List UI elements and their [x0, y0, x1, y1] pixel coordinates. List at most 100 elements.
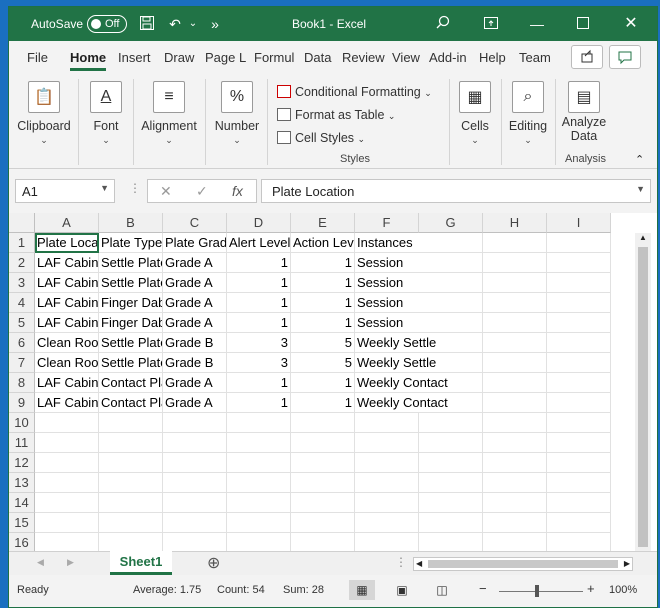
cell[interactable]: 1 — [291, 253, 355, 273]
cell[interactable] — [99, 533, 163, 551]
next-sheet-icon[interactable]: ▶ — [67, 557, 74, 568]
maximize-icon[interactable] — [573, 15, 593, 33]
tab-formulas[interactable]: Formul — [254, 50, 294, 65]
scroll-left-icon[interactable]: ◀ — [416, 559, 422, 568]
cell[interactable]: 1 — [227, 253, 291, 273]
cell[interactable] — [355, 493, 419, 513]
row-header[interactable]: 12 — [9, 453, 35, 473]
cell[interactable]: 1 — [227, 373, 291, 393]
cell[interactable]: Contact Plate — [99, 373, 163, 393]
cell[interactable] — [35, 453, 99, 473]
zoom-in-icon[interactable]: + — [587, 581, 595, 596]
tab-review[interactable]: Review — [342, 50, 385, 65]
cell-styles-button[interactable]: Cell Styles ⌄ — [277, 131, 365, 145]
cell[interactable] — [355, 413, 419, 433]
cell[interactable]: Grade A — [163, 313, 227, 333]
save-icon[interactable] — [137, 15, 157, 33]
row-header[interactable]: 11 — [9, 433, 35, 453]
column-header[interactable]: B — [99, 213, 163, 233]
cell[interactable]: LAF Cabinet — [35, 373, 99, 393]
cell[interactable] — [227, 493, 291, 513]
column-header[interactable]: A — [35, 213, 99, 233]
cell[interactable] — [227, 413, 291, 433]
cell[interactable] — [99, 493, 163, 513]
cell[interactable]: 1 — [227, 313, 291, 333]
cell[interactable] — [227, 433, 291, 453]
cell[interactable] — [163, 513, 227, 533]
cell[interactable] — [547, 493, 611, 513]
cell[interactable] — [483, 493, 547, 513]
cell[interactable]: 5 — [291, 333, 355, 353]
autosave-toggle[interactable]: Off — [87, 15, 127, 33]
undo-dropdown-icon[interactable]: ⌄ — [183, 15, 203, 33]
cell[interactable] — [35, 493, 99, 513]
cell[interactable]: Weekly Settle — [355, 353, 483, 373]
cell[interactable] — [35, 513, 99, 533]
cell[interactable] — [483, 513, 547, 533]
cell[interactable] — [99, 453, 163, 473]
enter-icon[interactable]: ✓ — [196, 183, 208, 200]
zoom-slider[interactable] — [499, 591, 583, 592]
row-header[interactable]: 16 — [9, 533, 35, 551]
cell[interactable] — [483, 313, 547, 333]
cell[interactable] — [355, 433, 419, 453]
undo-icon[interactable]: ↶ — [165, 15, 185, 33]
cell[interactable]: 1 — [227, 293, 291, 313]
tab-data[interactable]: Data — [304, 50, 331, 65]
cell[interactable]: 3 — [227, 333, 291, 353]
cell[interactable] — [419, 453, 483, 473]
cell[interactable]: Session — [355, 313, 483, 333]
cell[interactable] — [483, 273, 547, 293]
cell[interactable] — [483, 413, 547, 433]
splitter-icon[interactable]: ⋮ — [395, 555, 407, 569]
format-as-table-button[interactable]: Format as Table ⌄ — [277, 108, 395, 122]
cell[interactable]: Grade A — [163, 293, 227, 313]
cell[interactable] — [99, 473, 163, 493]
cell[interactable]: Settle Plate — [99, 273, 163, 293]
close-icon[interactable]: ✕ — [621, 15, 641, 33]
cell[interactable] — [483, 253, 547, 273]
cell[interactable] — [483, 393, 547, 413]
scroll-up-icon[interactable]: ▲ — [639, 233, 647, 242]
cell[interactable] — [99, 433, 163, 453]
cell[interactable] — [99, 513, 163, 533]
cell[interactable] — [547, 413, 611, 433]
page-layout-view-icon[interactable]: ▣ — [389, 580, 415, 600]
cell[interactable] — [227, 453, 291, 473]
cell[interactable]: Weekly Contact — [355, 393, 483, 413]
cell[interactable]: Finger Dab — [99, 313, 163, 333]
column-header[interactable]: H — [483, 213, 547, 233]
normal-view-icon[interactable]: ▦ — [349, 580, 375, 600]
cell[interactable] — [547, 453, 611, 473]
row-header[interactable]: 6 — [9, 333, 35, 353]
cell[interactable] — [483, 433, 547, 453]
vertical-scrollbar[interactable]: ▲ — [635, 233, 651, 551]
cell[interactable]: Grade A — [163, 393, 227, 413]
cell[interactable]: Settle Plate — [99, 253, 163, 273]
scroll-thumb[interactable] — [638, 247, 648, 547]
cell[interactable] — [483, 333, 547, 353]
tab-file[interactable]: File — [27, 50, 48, 65]
cell[interactable] — [419, 413, 483, 433]
cell[interactable]: 1 — [291, 273, 355, 293]
cell[interactable]: LAF Cabinet — [35, 273, 99, 293]
cell[interactable]: 1 — [227, 393, 291, 413]
select-all-corner[interactable] — [9, 213, 35, 233]
cell[interactable] — [547, 373, 611, 393]
cell[interactable]: 3 — [227, 353, 291, 373]
add-sheet-icon[interactable]: ⊕ — [207, 553, 220, 573]
cell[interactable] — [483, 533, 547, 551]
tab-help[interactable]: Help — [479, 50, 506, 65]
row-header[interactable]: 7 — [9, 353, 35, 373]
cell[interactable] — [35, 413, 99, 433]
horizontal-scrollbar[interactable]: ◀ ▶ — [413, 557, 633, 571]
cell[interactable]: Settle Plate — [99, 353, 163, 373]
formula-input[interactable]: Plate Location ▼ — [261, 179, 651, 203]
cell[interactable] — [291, 433, 355, 453]
more-commands-icon[interactable]: » — [205, 15, 225, 33]
cell[interactable]: Grade A — [163, 273, 227, 293]
font-button[interactable]: A Font ⌄ — [83, 81, 129, 146]
search-icon[interactable] — [433, 15, 453, 33]
cell[interactable] — [483, 453, 547, 473]
zoom-slider-knob[interactable] — [535, 585, 539, 597]
